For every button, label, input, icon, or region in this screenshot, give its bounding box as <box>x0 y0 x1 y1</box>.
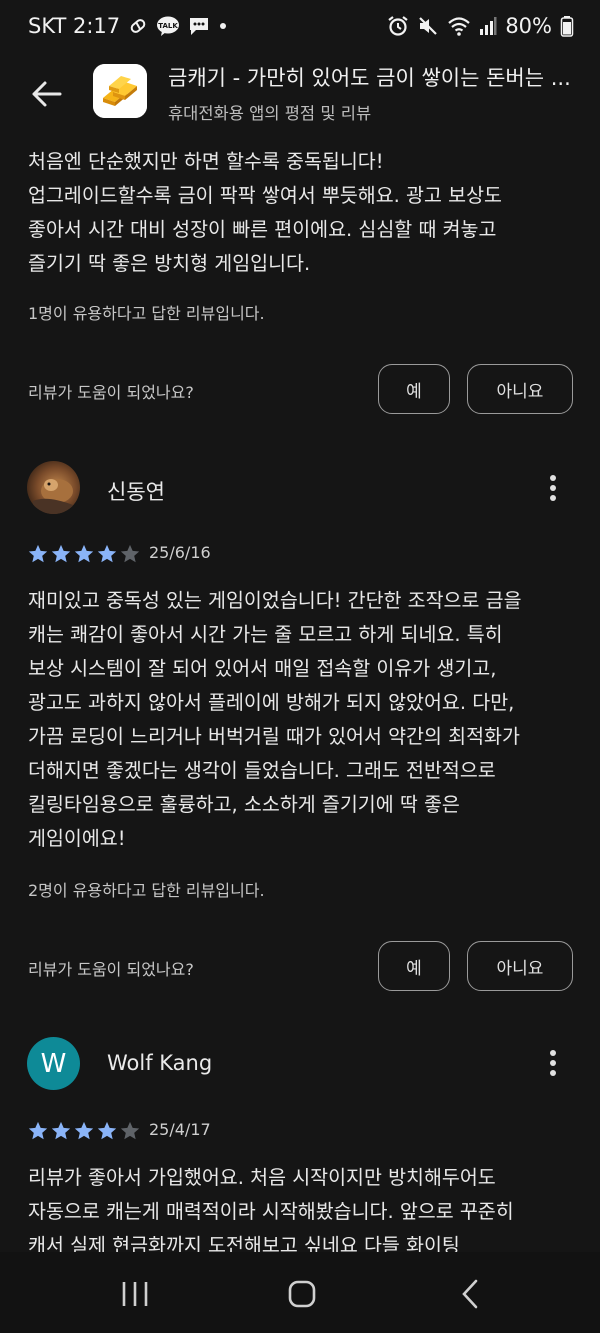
avatar: W <box>27 1037 80 1090</box>
helpful-no-button[interactable]: 아니요 <box>467 941 573 991</box>
home-button[interactable] <box>272 1272 332 1316</box>
talk-icon: TALK <box>156 15 180 37</box>
star-filled-icon <box>51 544 71 563</box>
battery-percent: 80% <box>505 14 552 38</box>
star-filled-icon <box>28 544 48 563</box>
svg-text:TALK: TALK <box>158 22 178 30</box>
back-nav-button[interactable] <box>440 1272 500 1316</box>
more-options-button[interactable] <box>540 468 566 508</box>
helpful-count: 1명이 유용하다고 답한 리뷰입니다. <box>28 304 265 323</box>
back-button[interactable] <box>26 72 70 116</box>
home-icon <box>288 1280 316 1308</box>
star-filled-icon <box>74 544 94 563</box>
signal-icon <box>479 16 497 36</box>
status-time: SKT 2:17 <box>28 14 121 38</box>
gold-bars-icon <box>93 64 147 118</box>
notification-dot-icon <box>218 21 228 31</box>
chat-icon <box>188 15 210 37</box>
star-filled-icon <box>51 1121 71 1140</box>
more-options-button[interactable] <box>540 1043 566 1083</box>
battery-icon <box>560 15 574 37</box>
wifi-icon <box>447 15 471 37</box>
star-empty-icon <box>120 1121 140 1140</box>
app-header: 금캐기 - 가만히 있어도 금이 쌓이는 돈버는 ... 휴대전화용 앱의 평점… <box>0 58 600 130</box>
review-date: 25/6/16 <box>149 543 211 562</box>
avatar-letter: W <box>40 1048 67 1079</box>
app-title: 금캐기 - 가만히 있어도 금이 쌓이는 돈버는 ... <box>168 66 571 90</box>
app-icon <box>93 64 147 118</box>
avatar <box>27 461 80 514</box>
star-filled-icon <box>97 544 117 563</box>
recent-apps-icon <box>122 1282 148 1306</box>
star-filled-icon <box>97 1121 117 1140</box>
recent-apps-button[interactable] <box>105 1272 165 1316</box>
status-bar: SKT 2:17 TALK 80% <box>0 0 600 56</box>
more-vert-icon <box>550 1050 556 1076</box>
helpful-no-button[interactable]: 아니요 <box>467 364 573 414</box>
app-subtitle: 휴대전화용 앱의 평점 및 리뷰 <box>168 104 372 123</box>
chevron-left-icon <box>462 1279 478 1309</box>
helpful-count: 2명이 유용하다고 답한 리뷰입니다. <box>28 881 265 900</box>
star-empty-icon <box>120 544 140 563</box>
star-rating <box>27 543 141 565</box>
more-vert-icon <box>550 475 556 501</box>
review-body: 처음엔 단순했지만 하면 할수록 중독됩니다! 업그레이드할수록 금이 팍팍 쌓… <box>28 150 502 275</box>
alarm-icon <box>387 15 409 37</box>
star-rating <box>27 1120 141 1142</box>
review-date: 25/4/17 <box>149 1120 211 1139</box>
helpful-question: 리뷰가 도움이 되었나요? <box>28 383 194 402</box>
pill-icon <box>128 16 148 36</box>
reviewer-name: Wolf Kang <box>107 1051 213 1075</box>
helpful-question: 리뷰가 도움이 되었나요? <box>28 960 194 979</box>
helpful-yes-button[interactable]: 예 <box>378 364 450 414</box>
star-filled-icon <box>28 1121 48 1140</box>
status-left: SKT 2:17 TALK <box>28 14 228 38</box>
arrow-back-icon <box>32 81 62 107</box>
status-right: 80% <box>387 14 574 38</box>
animal-photo-icon <box>27 461 80 514</box>
mute-icon <box>417 15 439 37</box>
star-filled-icon <box>74 1121 94 1140</box>
helpful-yes-button[interactable]: 예 <box>378 941 450 991</box>
reviewer-name: 신동연 <box>107 480 165 504</box>
review-body: 리뷰가 좋아서 가입했어요. 처음 시작이지만 방치해두어도 자동으로 캐는게 … <box>28 1166 514 1257</box>
review-body: 재미있고 중독성 있는 게임이었습니다! 간단한 조작으로 금을 캐는 쾌감이 … <box>28 589 522 850</box>
system-nav-bar <box>0 1252 600 1333</box>
